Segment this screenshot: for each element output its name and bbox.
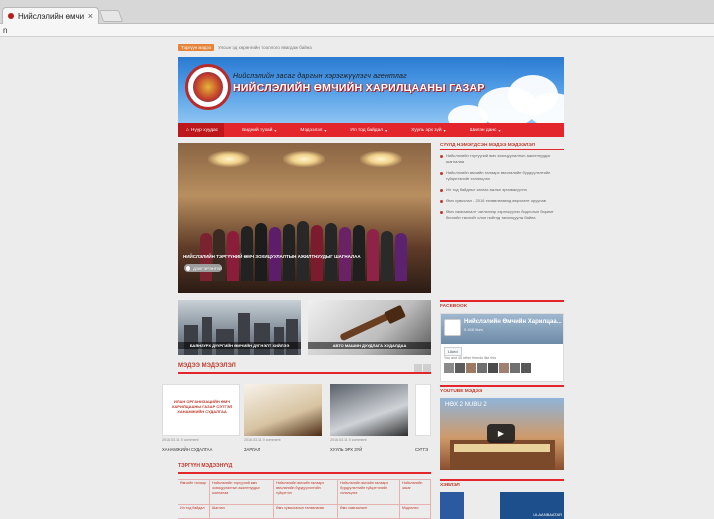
headline-link[interactable]: Ил тод байдал — [178, 504, 210, 519]
facebook-page-name[interactable]: Нийслэлийн Өмчийн Харилцаа... — [464, 319, 562, 325]
headline-link[interactable]: Нийслэлийн засаг — [400, 480, 431, 505]
youtube-video-title[interactable]: НӨХ 2 NUBU 2 — [445, 402, 487, 408]
facebook-section-title: FACEBOOK — [440, 300, 564, 309]
card-meta: 2016.03.11 0 comment — [244, 438, 281, 442]
page-viewport: Тэргүүн мэдээ Улсын эд хөрөнгийн тооллог… — [0, 38, 714, 519]
media-banners: ULAANBAATAR — [440, 492, 564, 519]
latest-news-item[interactable]: Өмч хамгаалалт чиглэлээр хэрэгжүүлэх бод… — [440, 209, 564, 221]
headline-link[interactable]: Өмч хувьчлалын төлөвлөгөө — [274, 504, 338, 519]
breaking-news-ticker: Тэргүүн мэдээ Улсын эд хөрөнгийн тооллог… — [178, 43, 564, 52]
facebook-cover: Нийслэлийн Өмчийн Харилцаа... 5 458 like… — [441, 314, 563, 344]
tab-title: Нийслэлийн өмчий — [18, 11, 84, 21]
group-photo-people — [200, 201, 410, 281]
tile-label: АВТО МАШИН ДУУДЛАГА ХУДАЛДАА — [308, 342, 431, 349]
ticker-link[interactable]: Улсын эд хөрөнгийн тооллого явагдаж байн… — [218, 45, 312, 50]
browser-tab[interactable]: Нийслэлийн өмчий × — [2, 7, 99, 24]
feature-tile-auction[interactable]: АВТО МАШИН ДУУДЛАГА ХУДАЛДАА — [308, 300, 431, 355]
facebook-page-avatar[interactable] — [444, 319, 461, 336]
agency-logo-icon[interactable] — [185, 64, 231, 110]
card-image-text: ИЛАН ОРГАНИЗАЦИЙН ӨМЧ ХАРИЛЦААНЫ ГАЗАР С… — [171, 399, 233, 414]
slider-more-button[interactable]: ДЭЛГЭРЭНГҮЙ — [184, 264, 222, 272]
play-icon[interactable]: ▶ — [487, 424, 515, 443]
nav-info[interactable]: Мэдээлэл ▾ — [294, 123, 332, 137]
tab-close-icon[interactable]: × — [88, 11, 93, 21]
chevron-down-icon: ▾ — [443, 127, 446, 133]
facebook-widget[interactable]: Нийслэлийн Өмчийн Харилцаа... 5 458 like… — [440, 313, 564, 382]
site-favicon-icon — [8, 13, 14, 19]
nav-glass-account[interactable]: Шилэн данс ▾ — [464, 123, 507, 137]
browser-tab-strip: Нийслэлийн өмчий × — [0, 0, 714, 24]
tile-label: БАЯНЗҮРХ ДҮҮРГИЙН ӨМЧИЙН ДҮГНЭЛТ ХИЙЛЭЭ — [178, 342, 301, 349]
media-section-title: ХЭВЛЭЛ — [440, 479, 564, 488]
carousel-next-button[interactable] — [423, 364, 431, 372]
nav-glass-account-label: Шилэн данс — [469, 127, 497, 133]
header-subtitle: Нийслэлийн засаг даргын хэрэгжүүлэгч аге… — [233, 73, 407, 80]
home-icon: ⌂ — [186, 127, 189, 133]
latest-news-item[interactable]: Нийслэлийн тэргүүний өмч зохицуулалтын а… — [440, 153, 564, 165]
news-card[interactable] — [244, 384, 322, 436]
nav-transparency[interactable]: Ил тод байдал ▾ — [344, 123, 393, 137]
headline-link[interactable]: Нийслэлийн өмчийн талаарх бүрдүүлэлтийн … — [338, 480, 400, 505]
headline-news-header: ТЭРГҮҮН МЭДЭЭНҮҮД — [178, 463, 431, 474]
chevron-down-icon: ▾ — [385, 127, 388, 133]
slider-caption[interactable]: НИЙСЛЭЛИЙН ТЭРГҮҮНИЙ ӨМЧ ЗОХИЦУУЛАЛТЫН А… — [183, 254, 361, 259]
card-meta: 2016.03.11 0 comment — [162, 438, 199, 442]
chevron-down-icon: ▾ — [324, 127, 327, 133]
facebook-friends-text: You and 45 other friends like this — [444, 356, 497, 360]
media-banner-right[interactable]: ULAANBAATAR — [500, 492, 564, 519]
site-header-banner: Нийслэлийн засаг даргын хэрэгжүүлэгч аге… — [178, 57, 564, 123]
slider-more-label: ДЭЛГЭРЭНГҮЙ — [193, 265, 222, 271]
card-title[interactable]: ХУУЛЬ ЭРХ ЗҮЙ — [330, 447, 362, 452]
nav-law-label: Хууль эрх зүй — [411, 127, 442, 133]
headline-link[interactable]: Нийслэлийн өмчийн талаарх өмчлөлийн бүрд… — [274, 480, 338, 505]
headline-news-grid: Өмчийн талаар Нийслэлийн тэргүүний өмч з… — [178, 479, 431, 519]
card-title[interactable]: ЗАРЛАЛ — [244, 447, 260, 452]
address-bar[interactable]: n — [0, 24, 714, 37]
facebook-friend-faces — [444, 363, 531, 373]
headline-link[interactable]: Өмч хамгаалалт — [338, 504, 400, 519]
headline-link[interactable]: Мэдээлэл — [400, 504, 431, 519]
carousel-prev-button[interactable] — [414, 364, 422, 372]
feature-tile-district[interactable]: БАЯНЗҮРХ ДҮҮРГИЙН ӨМЧИЙН ДҮГНЭЛТ ХИЙЛЭЭ — [178, 300, 301, 355]
address-text: n — [3, 26, 8, 35]
header-title: НИЙСЛЭЛИЙН ӨМЧИЙН ХАРИЛЦААНЫ ГАЗАР — [233, 82, 485, 94]
facebook-like-button[interactable]: Liked — [444, 347, 462, 356]
card-title[interactable]: ХАНАМЖИЙН СУДАЛГАА — [162, 447, 212, 452]
nav-about[interactable]: Бидний тухай ▾ — [236, 123, 282, 137]
headline-link[interactable]: Нийслэлийн тэргүүний өмч зохицуулалтын а… — [210, 480, 274, 505]
latest-news-title: СҮҮЛД НЭМЭГДСЭН МЭДЭЭ МЭДЭЭЛЭЛ — [440, 143, 564, 150]
news-card[interactable]: ИЛАН ОРГАНИЗАЦИЙН ӨМЧ ХАРИЛЦААНЫ ГАЗАР С… — [162, 384, 240, 436]
youtube-section-title: YOUTUBE МЭДЭЭ — [440, 385, 564, 394]
latest-news-item[interactable]: Нийслэлийн өмчийн талаарх өмчлөлийн бүрд… — [440, 170, 564, 182]
card-title[interactable]: СУГГЭ — [415, 447, 428, 452]
latest-news-item[interactable]: Ил тод байдлыг хангах ажлыг эрчимжүүлнэ — [440, 187, 564, 193]
headline-link[interactable]: Өмчийн талаар — [178, 480, 210, 505]
featured-slider[interactable]: НИЙСЛЭЛИЙН ТЭРГҮҮНИЙ ӨМЧ ЗОХИЦУУЛАЛТЫН А… — [178, 143, 431, 293]
nav-transparency-label: Ил тод байдал — [350, 127, 384, 133]
circle-icon — [186, 265, 191, 271]
new-tab-button[interactable] — [98, 10, 124, 22]
main-navigation: ⌂ Нүүр хуудас Бидний тухай ▾ Мэдээлэл ▾ Ил… — [178, 123, 564, 137]
facebook-likes: 5 458 likes — [464, 327, 484, 332]
news-card[interactable] — [415, 384, 431, 436]
nav-about-label: Бидний тухай — [242, 127, 273, 133]
news-section-title: МЭДЭЭ МЭДЭЭЛЭЛ — [178, 363, 236, 369]
headline-news-title: ТЭРГҮҮН МЭДЭЭНҮҮД — [178, 463, 233, 469]
nav-info-label: Мэдээлэл — [300, 127, 323, 133]
latest-news-item[interactable]: Өмч хувьчлал - 2016 төлөвлөгөөнд өөрчлөл… — [440, 198, 564, 204]
nav-home-label: Нүүр хуудас — [190, 127, 219, 133]
nav-home[interactable]: ⌂ Нүүр хуудас — [178, 123, 225, 137]
nav-law[interactable]: Хууль эрх зүй ▾ — [405, 123, 452, 137]
headline-link[interactable]: Шагнал — [210, 504, 274, 519]
latest-news-sidebar: СҮҮЛД НЭМЭГДСЭН МЭДЭЭ МЭДЭЭЛЭЛ Нийслэлий… — [440, 143, 564, 226]
news-section-header: МЭДЭЭ МЭДЭЭЛЭЛ — [178, 363, 431, 374]
ticker-badge: Тэргүүн мэдээ — [178, 44, 214, 51]
news-card[interactable] — [330, 384, 408, 436]
chevron-down-icon: ▾ — [274, 127, 277, 133]
media-banner-left[interactable] — [440, 492, 464, 519]
chevron-down-icon: ▾ — [498, 127, 501, 133]
youtube-video-embed[interactable]: НӨХ 2 NUBU 2 ▶ — [440, 398, 564, 470]
card-meta: 2016.03.11 0 comment — [330, 438, 367, 442]
